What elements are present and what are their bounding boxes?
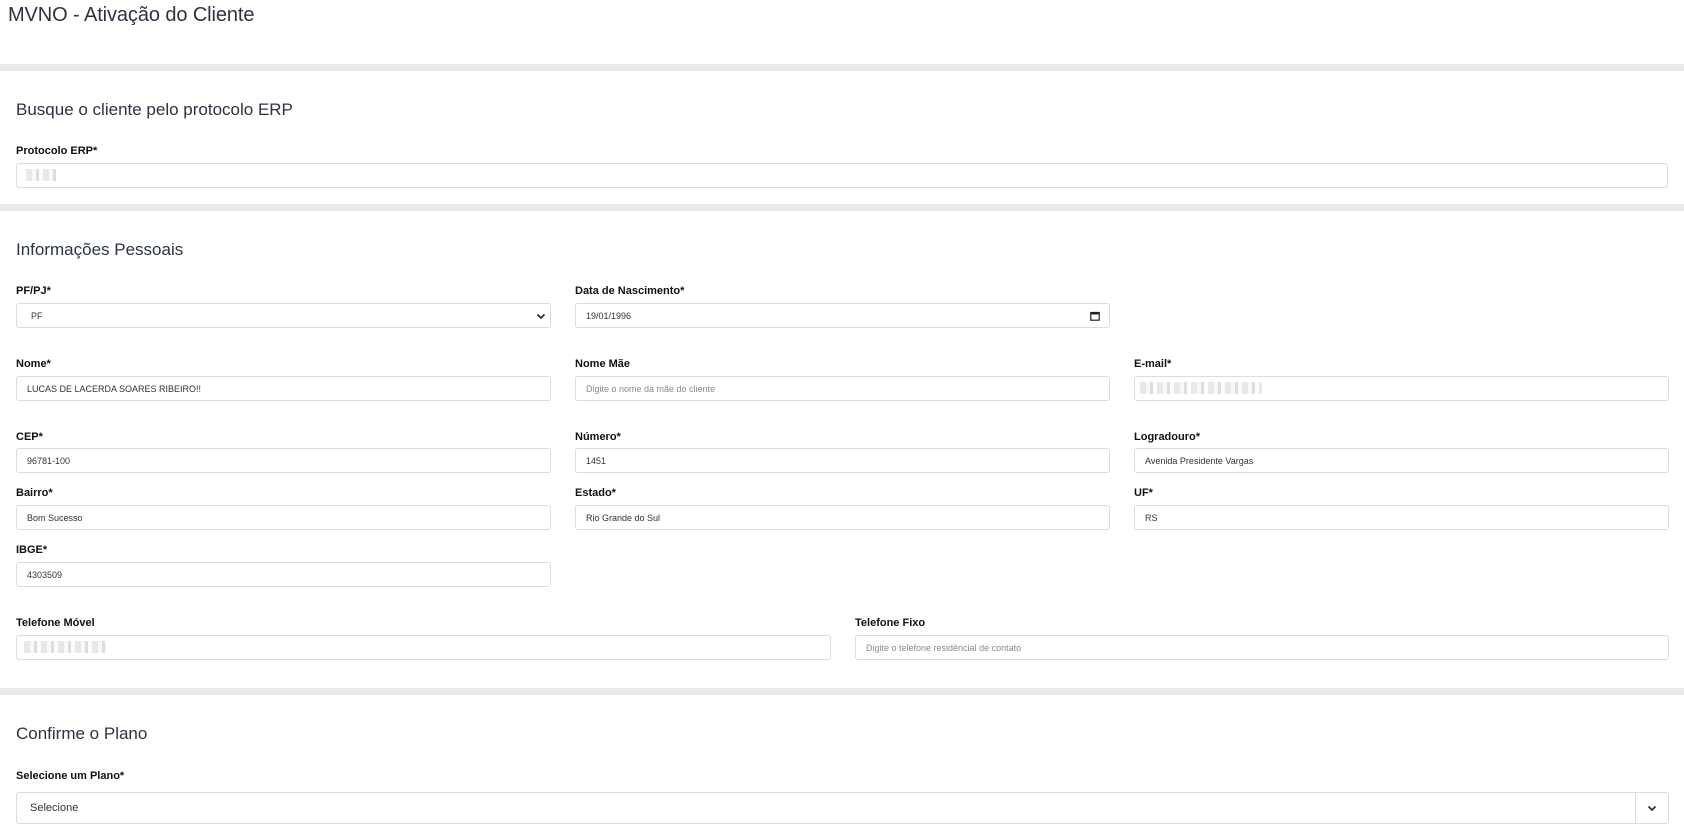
uf-label: UF* — [1134, 487, 1153, 499]
nascimento-label: Data de Nascimento* — [575, 285, 685, 297]
logradouro-label: Logradouro* — [1134, 431, 1200, 443]
estado-input[interactable] — [575, 505, 1110, 530]
protocolo-label: Protocolo ERP* — [16, 145, 98, 157]
personal-section-title: Informações Pessoais — [16, 240, 184, 259]
email-masked-value — [1140, 382, 1262, 394]
tel-movel-masked-value — [24, 641, 106, 653]
email-field-wrapper — [1134, 376, 1669, 401]
plano-selected: Selecione — [30, 802, 79, 814]
email-label: E-mail* — [1134, 358, 1172, 370]
calendar-icon[interactable] — [1090, 311, 1100, 321]
plano-label: Selecione um Plano* — [16, 770, 125, 782]
nome-input[interactable] — [16, 376, 551, 401]
tel-movel-label: Telefone Móvel — [16, 617, 95, 629]
ibge-input[interactable] — [16, 562, 551, 587]
nascimento-input[interactable] — [575, 303, 1110, 328]
nome-label: Nome* — [16, 358, 51, 370]
bairro-label: Bairro* — [16, 487, 53, 499]
ibge-label: IBGE* — [16, 544, 48, 556]
section-divider — [0, 688, 1684, 695]
tel-movel-field-wrapper — [16, 635, 831, 660]
pfpj-selected: PF — [31, 311, 43, 321]
tel-movel-input[interactable] — [16, 635, 831, 660]
pfpj-label: PF/PJ* — [16, 285, 51, 297]
plano-select[interactable]: Selecione — [16, 792, 1669, 824]
numero-label: Número* — [575, 431, 621, 443]
numero-input[interactable] — [575, 448, 1110, 473]
uf-input[interactable] — [1134, 505, 1669, 530]
chevron-down-icon — [536, 313, 546, 320]
logradouro-input[interactable] — [1134, 448, 1669, 473]
cep-label: CEP* — [16, 431, 43, 443]
protocolo-input[interactable] — [16, 163, 1668, 188]
nome-mae-input[interactable] — [575, 376, 1110, 401]
pfpj-select[interactable]: PF — [16, 303, 551, 328]
search-section-title: Busque o cliente pelo protocolo ERP — [16, 100, 293, 119]
tel-fixo-input[interactable] — [855, 635, 1669, 660]
protocolo-masked-value — [26, 169, 56, 181]
plan-section-title: Confirme o Plano — [16, 724, 148, 743]
nome-mae-label: Nome Mãe — [575, 358, 631, 370]
section-divider — [0, 64, 1684, 71]
protocolo-field-wrapper — [16, 163, 1668, 188]
page-title: MVNO - Ativação do Cliente — [8, 4, 255, 26]
cep-input[interactable] — [16, 448, 551, 473]
bairro-input[interactable] — [16, 505, 551, 530]
nascimento-field-wrapper — [575, 303, 1110, 328]
section-divider — [0, 204, 1684, 211]
chevron-down-icon — [1647, 805, 1657, 812]
estado-label: Estado* — [575, 487, 616, 499]
plano-select-divider — [1635, 793, 1636, 823]
tel-fixo-label: Telefone Fixo — [855, 617, 926, 629]
